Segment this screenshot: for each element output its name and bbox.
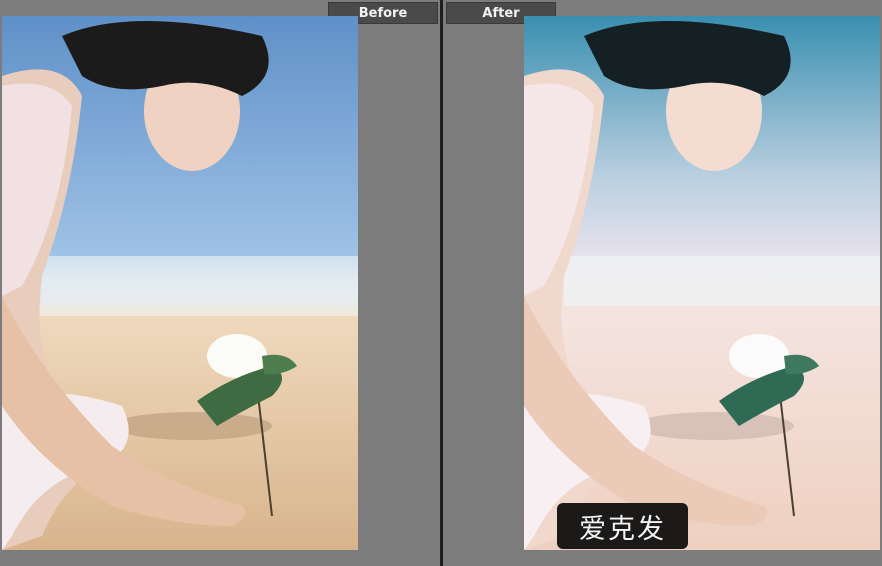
before-pane: Before [0,0,440,566]
after-photo [524,16,880,550]
before-photo [2,16,358,550]
watermark-label: 爱克发 [557,503,688,549]
before-after-comparison-view: Before After 爱克发 [0,0,882,566]
after-pane: After 爱克发 [443,0,882,566]
